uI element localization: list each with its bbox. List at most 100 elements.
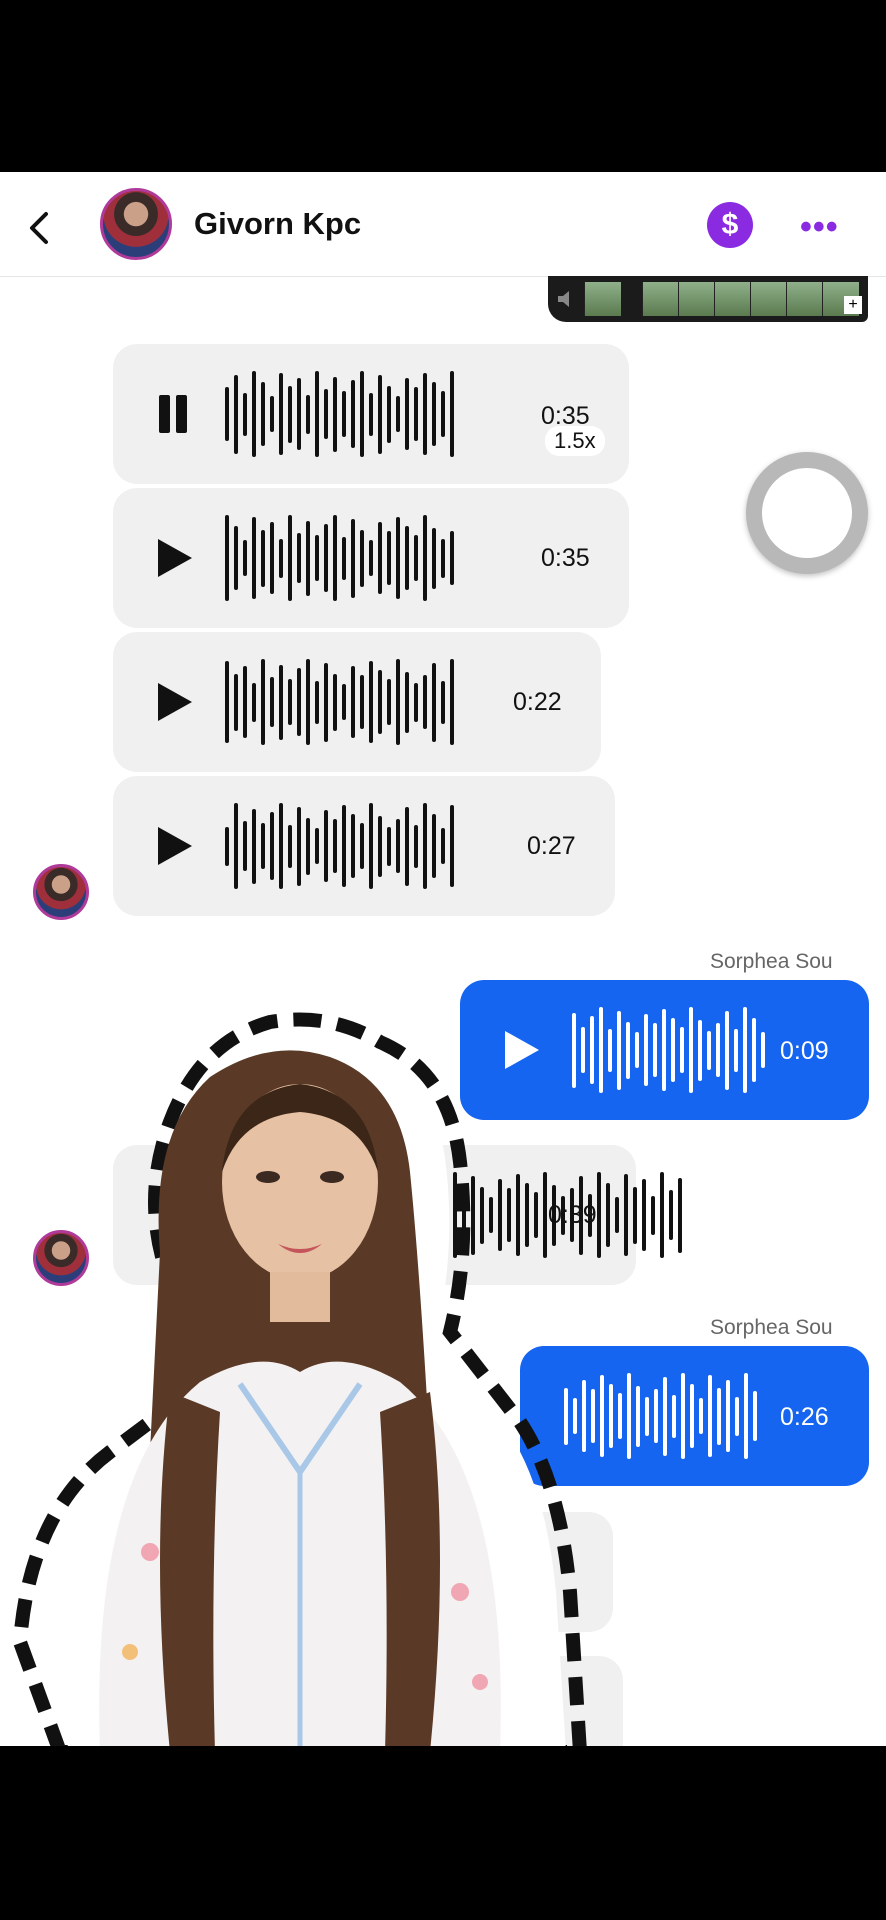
speaker-icon[interactable] — [556, 288, 578, 310]
waveform-bar — [243, 540, 247, 576]
waveform-bar — [690, 1384, 694, 1448]
voice-message-received[interactable]: 0:22 — [113, 632, 601, 772]
waveform-bar — [234, 526, 238, 590]
waveform-bar — [252, 808, 256, 884]
waveform-bar — [617, 1010, 621, 1090]
waveform-bar — [423, 803, 427, 889]
waveform-bar — [707, 1030, 711, 1070]
waveform-bar — [360, 371, 364, 457]
more-options-icon[interactable]: ••• — [800, 208, 839, 247]
waveform-bar — [342, 805, 346, 887]
contact-avatar[interactable] — [100, 188, 172, 260]
waveform-bar — [261, 659, 265, 745]
waveform-bar — [324, 524, 328, 592]
waveform[interactable] — [225, 801, 454, 891]
waveform-bar — [743, 1007, 747, 1093]
waveform-bar — [306, 659, 310, 745]
person-cutout-overlay — [12, 1012, 587, 1746]
waveform-bar — [450, 805, 454, 887]
waveform-bar — [387, 531, 391, 585]
waveform-bar — [624, 1174, 628, 1256]
contact-name[interactable]: Givorn Kpc — [194, 206, 361, 242]
waveform-bar — [689, 1007, 693, 1093]
play-icon[interactable] — [158, 683, 192, 721]
waveform-bar — [387, 679, 391, 725]
waveform-bar — [234, 673, 238, 731]
chevron-left-icon[interactable] — [22, 210, 58, 246]
waveform-bar — [450, 659, 454, 745]
waveform-bar — [405, 526, 409, 590]
waveform-bar — [626, 1021, 630, 1079]
waveform-bar — [342, 684, 346, 720]
waveform-bar — [225, 387, 229, 441]
waveform-bar — [315, 828, 319, 864]
waveform-bar — [651, 1195, 655, 1235]
pause-icon[interactable] — [159, 395, 189, 433]
waveform-bar — [752, 1018, 756, 1082]
waveform-bar — [378, 670, 382, 734]
waveform[interactable] — [225, 513, 454, 603]
waveform-bar — [432, 662, 436, 742]
waveform-bar — [315, 680, 319, 724]
waveform-bar — [423, 373, 427, 455]
waveform-bar — [678, 1177, 682, 1253]
playback-speed-badge[interactable]: 1.5x — [545, 426, 605, 456]
waveform-bar — [252, 517, 256, 599]
waveform-bar — [627, 1373, 631, 1459]
waveform[interactable] — [225, 369, 454, 459]
add-clip-icon[interactable]: + — [844, 296, 862, 314]
waveform-bar — [450, 371, 454, 457]
waveform-bar — [243, 392, 247, 436]
waveform[interactable] — [225, 657, 454, 747]
waveform-bar — [297, 378, 301, 450]
waveform-bar — [378, 815, 382, 877]
waveform-bar — [261, 823, 265, 869]
waveform-bar — [270, 812, 274, 880]
waveform-bar — [360, 675, 364, 729]
waveform-bar — [618, 1393, 622, 1439]
payment-icon[interactable]: $ — [707, 202, 753, 248]
waveform-bar — [369, 392, 373, 436]
waveform-bar — [716, 1023, 720, 1077]
waveform-bar — [243, 666, 247, 738]
waveform-bar — [324, 389, 328, 439]
waveform-bar — [396, 396, 400, 432]
waveform-bar — [606, 1183, 610, 1247]
waveform-bar — [243, 821, 247, 871]
waveform-bar — [653, 1023, 657, 1077]
video-filmstrip[interactable]: + — [548, 276, 868, 322]
waveform-bar — [423, 515, 427, 601]
waveform-bar — [324, 662, 328, 742]
voice-message-received[interactable]: 0:35 1.5x — [113, 344, 629, 484]
waveform[interactable] — [572, 1005, 765, 1095]
waveform-bar — [405, 806, 409, 886]
waveform-bar — [360, 529, 364, 587]
play-icon[interactable] — [158, 827, 192, 865]
waveform-bar — [342, 536, 346, 580]
waveform-bar — [369, 540, 373, 576]
waveform-bar — [288, 515, 292, 601]
waveform-bar — [387, 826, 391, 866]
contact-avatar-small[interactable] — [33, 864, 89, 920]
waveform-bar — [396, 517, 400, 599]
waveform-bar — [761, 1032, 765, 1068]
waveform-bar — [699, 1398, 703, 1434]
waveform-bar — [744, 1373, 748, 1459]
voice-message-received[interactable]: 0:27 — [113, 776, 615, 916]
voice-message-received[interactable]: 0:35 — [113, 488, 629, 628]
waveform-bar — [708, 1375, 712, 1457]
sender-name: Sorphea Sou — [710, 950, 833, 973]
voice-duration: 0:35 — [541, 544, 590, 572]
play-icon[interactable] — [158, 539, 192, 577]
waveform-bar — [360, 823, 364, 869]
waveform-bar — [252, 682, 256, 722]
waveform-bar — [680, 1027, 684, 1073]
waveform-bar — [414, 682, 418, 722]
waveform-bar — [351, 518, 355, 598]
waveform-bar — [369, 803, 373, 889]
waveform-bar — [662, 1009, 666, 1091]
waveform-bar — [333, 673, 337, 731]
waveform-bar — [234, 803, 238, 889]
waveform-bar — [669, 1190, 673, 1240]
waveform-bar — [306, 394, 310, 434]
